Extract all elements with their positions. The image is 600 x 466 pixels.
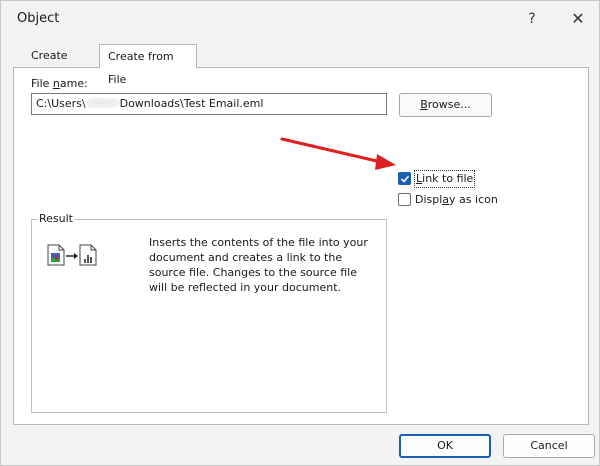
close-button[interactable]: ✕	[565, 9, 591, 29]
display-as-icon-label[interactable]: Display as icon	[415, 192, 498, 208]
link-to-file-checkbox[interactable]	[398, 172, 411, 185]
object-dialog: Object ? ✕ Create New Create from File F…	[0, 0, 600, 466]
red-arrow-annotation	[280, 137, 396, 170]
link-to-file-text: ink to file	[422, 172, 474, 185]
browse-button[interactable]: Browse...	[399, 93, 492, 117]
title-bar: Object ? ✕	[1, 1, 599, 37]
display-as-icon-checkbox[interactable]	[398, 193, 411, 206]
file-name-input[interactable]: C:\Users\ Downloads\Test Email.eml	[31, 93, 387, 115]
display-as-icon-suffix: y as icon	[449, 193, 498, 206]
redacted-username	[85, 98, 120, 108]
tab-create-from-file[interactable]: Create from File	[99, 44, 197, 86]
link-to-file-label[interactable]: Link to file	[413, 170, 476, 188]
file-name-label-prefix: File	[31, 77, 53, 90]
tab-create-new[interactable]: Create New	[23, 44, 97, 85]
checkmark-icon	[400, 175, 410, 183]
dialog-title: Object	[17, 11, 60, 26]
file-name-label-suffix: ame:	[59, 77, 88, 90]
display-as-icon-prefix: Displ	[415, 193, 443, 206]
browse-label: rowse...	[427, 98, 471, 111]
help-button[interactable]: ?	[521, 9, 543, 29]
browse-accel: B	[420, 98, 428, 111]
result-legend: Result	[37, 212, 75, 225]
file-name-label-accel: n	[52, 77, 60, 90]
ok-button[interactable]: OK	[399, 434, 491, 458]
result-description: Inserts the contents of the file into yo…	[149, 236, 368, 294]
linked-file-icon	[47, 244, 97, 266]
file-path-end: Downloads\Test Email.eml	[119, 97, 264, 110]
cancel-button[interactable]: Cancel	[503, 434, 595, 458]
file-path-start: C:\Users\	[36, 97, 86, 110]
file-name-label: File name:	[31, 77, 88, 90]
